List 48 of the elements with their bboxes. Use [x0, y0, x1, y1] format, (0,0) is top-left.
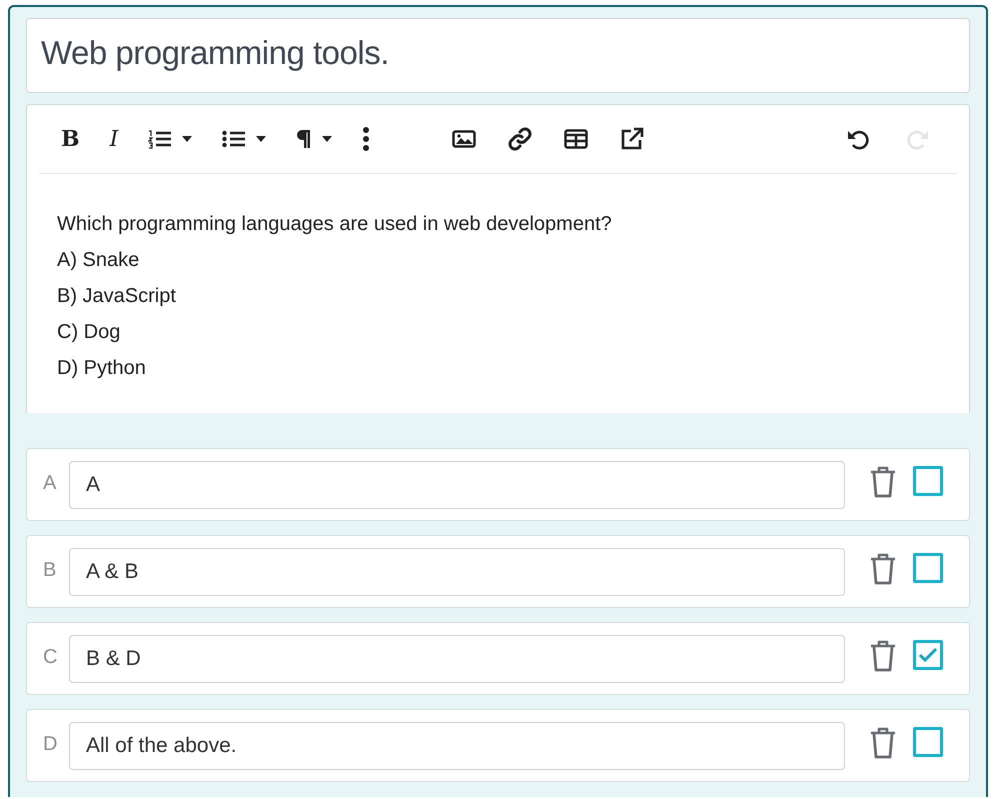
table-button[interactable]	[564, 129, 588, 149]
bullet-list-button[interactable]	[222, 129, 266, 149]
link-button[interactable]	[508, 127, 532, 151]
pilcrow-icon	[296, 129, 312, 149]
delete-icon[interactable]	[869, 638, 897, 672]
undo-button[interactable]	[847, 128, 869, 150]
paragraph-button[interactable]	[296, 129, 332, 149]
content-line: C) Dog	[57, 320, 122, 345]
correct-checkbox[interactable]	[913, 552, 943, 582]
answer-field[interactable]: B & D	[69, 634, 845, 682]
correct-checkbox[interactable]	[913, 726, 943, 756]
italic-button[interactable]: I	[110, 126, 118, 152]
correct-checkbox[interactable]	[913, 640, 943, 670]
answer-field[interactable]: A & B	[69, 548, 845, 596]
undo-icon	[847, 128, 869, 150]
vertical-dots-icon	[362, 127, 370, 151]
caret-icon	[322, 136, 332, 142]
content-line: A) Snake	[57, 248, 140, 273]
more-button[interactable]	[362, 127, 370, 151]
content-line: B) JavaScript	[57, 284, 177, 309]
table-icon	[564, 129, 588, 149]
bullet-list-icon	[222, 129, 246, 149]
answer-field[interactable]: All of the above.	[69, 722, 845, 770]
title-field[interactable]: Web programming tools.	[26, 18, 970, 93]
content-line: Which programming languages are used in web development?	[57, 212, 613, 237]
numbered-list-icon	[148, 129, 172, 149]
bold-button[interactable]: B	[61, 126, 80, 152]
ordered-list-button[interactable]	[148, 129, 192, 149]
content-line: D) Python	[57, 356, 147, 381]
external-button[interactable]	[620, 127, 644, 151]
checkmark-icon	[917, 646, 939, 664]
text-area[interactable]: Which programming languages are used in web development? A) Snake B) JavaScript C) Dog D) Python	[39, 174, 957, 386]
image-button[interactable]	[452, 130, 476, 148]
caret-icon	[182, 136, 192, 142]
redo-icon	[907, 128, 929, 150]
link-icon	[508, 127, 532, 151]
answer-field[interactable]: A	[69, 460, 845, 508]
correct-checkbox[interactable]	[913, 466, 943, 496]
image-icon	[452, 130, 476, 148]
answer-letter: C	[43, 646, 58, 669]
delete-icon[interactable]	[869, 552, 897, 586]
answer-letter: B	[43, 559, 58, 582]
delete-icon[interactable]	[869, 464, 897, 498]
answer-letter: D	[43, 733, 58, 756]
delete-icon[interactable]	[869, 726, 897, 760]
caret-icon	[256, 136, 266, 142]
external-link-icon	[620, 127, 644, 151]
answer-letter: A	[43, 472, 58, 495]
